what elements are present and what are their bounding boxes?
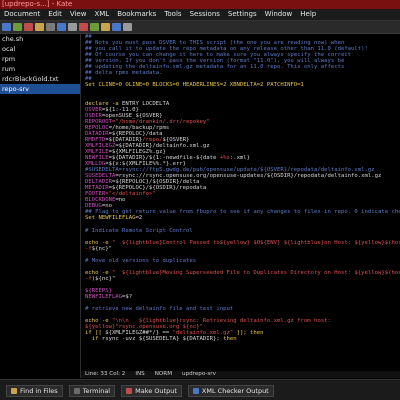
toolbar-button-icon[interactable] <box>101 23 110 31</box>
code-token: # retrieve new deltainfo file and test i… <box>85 306 234 313</box>
code-token: =2 <box>135 215 143 222</box>
build-icon <box>126 388 133 394</box>
status-bar: Line: 33 Col: 2 INS NORM updrepo-srv <box>81 371 400 378</box>
code-token: =$? <box>122 294 133 301</box>
window-title: [updrepo-s...] - Kate <box>2 0 73 8</box>
code-token: # Indicate Remote Script Control <box>85 227 193 234</box>
code-token: +%s <box>219 154 230 161</box>
toolbar-button-icon[interactable] <box>79 23 88 31</box>
toolbar-button-icon[interactable] <box>123 23 132 31</box>
toolbar-button-icon[interactable] <box>46 23 55 31</box>
menu-document[interactable]: Document <box>0 9 44 20</box>
tab-label: Find in Files <box>20 387 58 395</box>
code-token: ## delta rpms metadata. <box>85 70 163 77</box>
xml-icon <box>192 388 199 394</box>
toolbar-button-icon[interactable] <box>13 23 22 31</box>
code-editor[interactable]: ## ## Note you must pass DSVER to THIS sc… <box>81 34 400 371</box>
tab-find-in-files[interactable]: Find in Files <box>6 385 63 397</box>
code-token: NEWFILEFLAG <box>85 294 123 301</box>
code-token: # Move old versions to duplicates <box>85 257 197 264</box>
menu-window[interactable]: Window <box>261 9 297 20</box>
code-token: )${nc}" <box>91 275 116 282</box>
sidebar-file-item[interactable]: che.sh <box>0 34 80 44</box>
menu-tools[interactable]: Tools <box>160 9 185 20</box>
sidebar-file-item[interactable]: ocal <box>0 44 80 54</box>
code-token: -f <box>85 275 92 282</box>
code-token: Set CLINE=0 OLINE=0 BLOCKS=0 HEADERLINES… <box>85 82 304 89</box>
search-icon <box>11 388 17 394</box>
code-token: ${nc}" <box>91 245 112 252</box>
code-line: if rsync -uvz ${SUSEDELTA} ${DATADIR}; t… <box>81 336 400 342</box>
code-line: echo -e " ${lightblue}Moving Superseeded… <box>81 270 400 276</box>
tab-label: XML Checker Output <box>201 387 269 395</box>
toolbar-button-icon[interactable] <box>2 23 11 31</box>
menu-view[interactable]: View <box>66 9 91 20</box>
sidebar-file-item[interactable]: rdcrBlackGold.txt <box>0 74 80 84</box>
menu-edit[interactable]: Edit <box>44 9 66 20</box>
code-token: " ${lightblue}Control Passed to${yellow}… <box>108 239 400 246</box>
terminal-icon <box>73 388 80 394</box>
menu-bookmarks[interactable]: Bookmarks <box>113 9 160 20</box>
file-list-sidebar: che.sh ocal rpm rum rdcrBlackGold.txt repo-sr… <box>0 34 81 378</box>
code-token: " ${lightblue}Moving Superseeded File to… <box>108 269 400 276</box>
menu-xml[interactable]: XML <box>90 9 113 20</box>
sidebar-file-item[interactable]: rum <box>0 64 80 74</box>
insert-mode: INS <box>135 371 145 377</box>
code-token: =no <box>115 197 126 204</box>
edit-mode: NORM <box>154 371 173 377</box>
toolbar-button-icon[interactable] <box>90 23 99 31</box>
code-token: if <box>85 336 99 343</box>
code-token: Set NEWFILEFLAG <box>85 215 136 222</box>
toolbar <box>0 21 400 34</box>
tab-make-output[interactable]: Make Output <box>121 385 182 397</box>
status-filename: updrepo-srv <box>182 371 216 377</box>
code-token: rsync -uvz ${SUSEDELTA} ${DATADIR}; <box>98 336 224 343</box>
toolbar-button-icon[interactable] <box>57 23 66 31</box>
code-line: echo -e " ${lightblue}Control Passed to$… <box>81 240 400 246</box>
toolbar-button-icon[interactable] <box>68 23 77 31</box>
tab-label: Make Output <box>135 387 177 395</box>
menu-help[interactable]: Help <box>296 9 320 20</box>
code-token: :.xml} <box>229 154 251 161</box>
window-titlebar: [updrepo-s...] - Kate <box>0 0 400 9</box>
code-token: ]]; then <box>233 330 264 337</box>
menu-settings[interactable]: Settings <box>224 9 261 20</box>
menu-bar: Document Edit View XML Bookmarks Tools Session… <box>0 9 400 21</box>
sidebar-file-item[interactable]: rpm <box>0 54 80 64</box>
toolbar-button-icon[interactable] <box>112 23 121 31</box>
bottom-tool-tabs: Find in Files Terminal Make Output XML Chec… <box>0 379 400 400</box>
tab-xml-checker-output[interactable]: XML Checker Output <box>187 385 274 397</box>
menu-sessions[interactable]: Sessions <box>186 9 224 20</box>
toolbar-button-icon[interactable] <box>24 23 33 31</box>
tab-terminal[interactable]: Terminal <box>68 385 116 397</box>
sidebar-file-item[interactable]: repo-srv <box>0 84 80 94</box>
cursor-position: Line: 33 Col: 2 <box>85 371 126 377</box>
code-token: then <box>223 336 237 343</box>
code-token: -f <box>85 245 92 252</box>
toolbar-button-icon[interactable] <box>35 23 44 31</box>
tab-label: Terminal <box>82 387 111 395</box>
